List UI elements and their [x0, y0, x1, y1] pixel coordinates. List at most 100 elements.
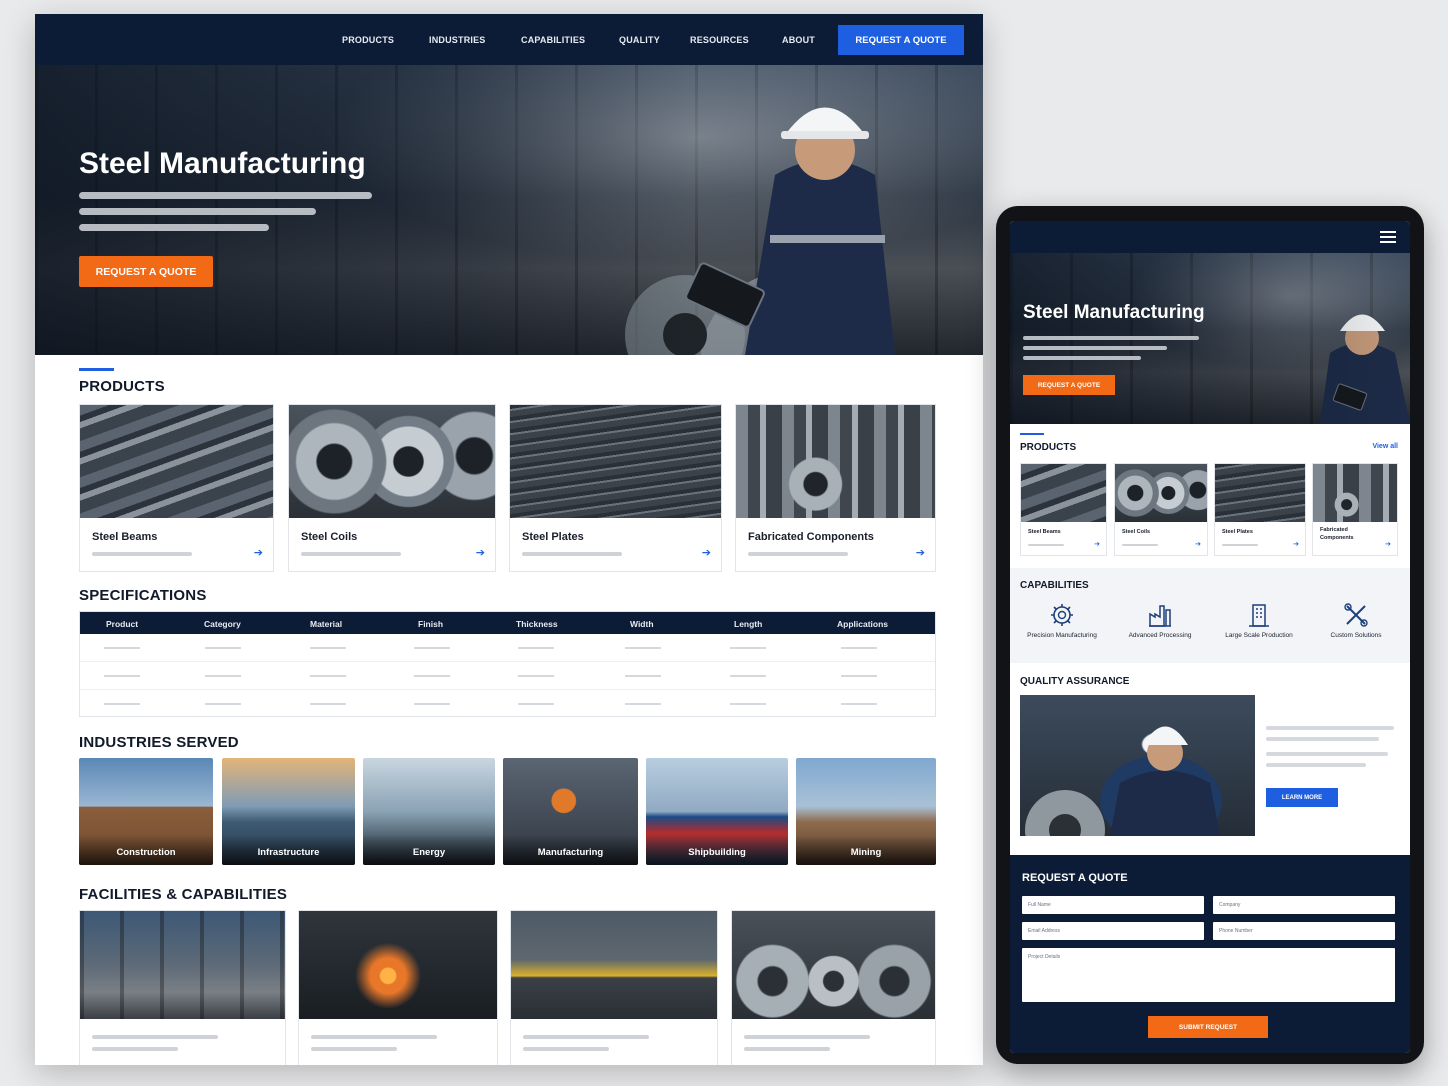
industry-card-construction[interactable]: Construction	[79, 758, 213, 865]
product-card-fabricated-components[interactable]: Fabricated Components ➔	[735, 404, 936, 572]
product-text-placeholder	[748, 552, 848, 556]
hero-text-placeholder	[79, 208, 316, 215]
facility-card[interactable]	[731, 910, 936, 1065]
table-header: Product Category Material Finish Thickne…	[80, 612, 935, 634]
section-accent-line	[79, 368, 114, 371]
tablet-product-card[interactable]: Fabricated Components ➔	[1312, 463, 1398, 556]
column-header: Material	[310, 619, 343, 629]
capability-precision-manufacturing[interactable]: Precision Manufacturing	[1022, 602, 1102, 641]
phone-field[interactable]: Phone Number	[1213, 922, 1395, 940]
industry-card-mining[interactable]: Mining	[796, 758, 936, 865]
desktop-mockup: PRODUCTS INDUSTRIES CAPABILITIES QUALITY…	[35, 14, 983, 1065]
capability-label: Large Scale Production	[1225, 632, 1293, 639]
arrow-right-icon[interactable]: ➔	[476, 546, 485, 559]
capability-advanced-processing[interactable]: Advanced Processing	[1120, 602, 1200, 641]
tablet-screen: Steel Manufacturing REQUEST A QUOTE PROD…	[1010, 221, 1410, 1053]
hamburger-menu-icon[interactable]	[1380, 231, 1396, 243]
product-image	[80, 405, 273, 518]
factory-icon	[1149, 605, 1171, 627]
tablet-navbar	[1010, 221, 1410, 253]
industry-card-infrastructure[interactable]: Infrastructure	[222, 758, 355, 865]
nav-products[interactable]: PRODUCTS	[342, 35, 394, 45]
company-field[interactable]: Company	[1213, 896, 1395, 914]
arrow-right-icon[interactable]: ➔	[1094, 540, 1100, 548]
industry-card-shipbuilding[interactable]: Shipbuilding	[646, 758, 788, 865]
table-row	[80, 662, 935, 690]
capability-label: Advanced Processing	[1128, 632, 1192, 639]
arrow-right-icon[interactable]: ➔	[916, 546, 925, 559]
product-card-steel-beams[interactable]: Steel Beams ➔	[79, 404, 274, 572]
hero-text-placeholder	[79, 224, 269, 231]
column-header: Finish	[418, 619, 444, 629]
request-quote-form: REQUEST A QUOTE Full Name Company Email …	[1010, 855, 1410, 1053]
product-name: Steel Beams	[1028, 529, 1061, 535]
facility-text-placeholder	[311, 1047, 397, 1051]
hero-banner: Steel Manufacturing REQUEST A QUOTE	[35, 65, 983, 355]
full-name-field[interactable]: Full Name	[1022, 896, 1204, 914]
capability-label: Custom Solutions	[1330, 632, 1382, 639]
nav-about[interactable]: ABOUT	[782, 35, 815, 45]
nav-request-quote-button[interactable]: REQUEST A QUOTE	[838, 25, 964, 55]
hero-text-placeholder	[1023, 356, 1141, 360]
facility-card[interactable]	[510, 910, 718, 1065]
hero-title: Steel Manufacturing	[79, 147, 366, 180]
tablet-product-card[interactable]: Steel Plates ➔	[1214, 463, 1306, 556]
quality-image	[1020, 695, 1255, 836]
facilities-heading: FACILITIES & CAPABILITIES	[79, 886, 288, 903]
quality-text-placeholder	[1266, 752, 1388, 756]
product-name: Steel Plates	[1222, 529, 1253, 535]
arrow-right-icon[interactable]: ➔	[1293, 540, 1299, 548]
tablet-hero-request-quote-button[interactable]: REQUEST A QUOTE	[1023, 375, 1115, 395]
product-name: Steel Coils	[301, 531, 358, 543]
product-card-steel-coils[interactable]: Steel Coils ➔	[288, 404, 496, 572]
facility-image	[511, 911, 717, 1019]
tablet-products-heading: PRODUCTS	[1020, 442, 1077, 453]
product-text-placeholder	[301, 552, 401, 556]
gear-icon	[1051, 604, 1073, 626]
column-header: Width	[630, 619, 654, 629]
arrow-right-icon[interactable]: ➔	[254, 546, 263, 559]
product-card-steel-plates[interactable]: Steel Plates ➔	[509, 404, 722, 572]
nav-resources[interactable]: RESOURCES	[690, 35, 749, 45]
facility-text-placeholder	[523, 1047, 609, 1051]
nav-capabilities[interactable]: CAPABILITIES	[521, 35, 585, 45]
submit-request-button[interactable]: SUBMIT REQUEST	[1148, 1016, 1268, 1038]
quality-heading: QUALITY ASSURANCE	[1020, 676, 1130, 687]
section-accent-line	[1020, 433, 1044, 435]
quality-text-placeholder	[1266, 726, 1394, 730]
tablet-product-card[interactable]: Steel Beams ➔	[1020, 463, 1107, 556]
product-image	[289, 405, 495, 518]
product-name: Steel Beams	[92, 531, 158, 543]
tools-icon	[1344, 603, 1368, 627]
industry-label: Mining	[850, 847, 882, 858]
industry-card-manufacturing[interactable]: Manufacturing	[503, 758, 638, 865]
facility-image	[732, 911, 935, 1019]
column-header: Category	[204, 619, 241, 629]
facility-card[interactable]	[298, 910, 498, 1065]
facility-card[interactable]	[79, 910, 286, 1065]
products-heading: PRODUCTS	[79, 378, 165, 395]
quote-form-heading: REQUEST A QUOTE	[1022, 872, 1128, 884]
industry-card-energy[interactable]: Energy	[363, 758, 495, 865]
desktop-navbar: PRODUCTS INDUSTRIES CAPABILITIES QUALITY…	[35, 14, 983, 65]
email-field[interactable]: Email Address	[1022, 922, 1204, 940]
tablet-hero-title: Steel Manufacturing	[1023, 302, 1205, 323]
capability-custom-solutions[interactable]: Custom Solutions	[1316, 602, 1396, 641]
arrow-right-icon[interactable]: ➔	[702, 546, 711, 559]
nav-quality[interactable]: QUALITY	[619, 35, 660, 45]
project-details-field[interactable]: Project Details	[1022, 948, 1395, 1002]
facility-text-placeholder	[744, 1035, 870, 1039]
capability-large-scale-production[interactable]: Large Scale Production	[1219, 602, 1299, 641]
arrow-right-icon[interactable]: ➔	[1385, 540, 1391, 548]
arrow-right-icon[interactable]: ➔	[1195, 540, 1201, 548]
hero-text-placeholder	[79, 192, 372, 199]
facility-text-placeholder	[744, 1047, 830, 1051]
tablet-product-card[interactable]: Steel Coils ➔	[1114, 463, 1208, 556]
product-text-placeholder	[522, 552, 622, 556]
specifications-table: Product Category Material Finish Thickne…	[79, 611, 936, 717]
facility-text-placeholder	[92, 1047, 178, 1051]
learn-more-button[interactable]: LEARN MORE	[1266, 788, 1338, 807]
hero-request-quote-button[interactable]: REQUEST A QUOTE	[79, 256, 213, 287]
view-all-link[interactable]: View all	[1372, 443, 1398, 450]
nav-industries[interactable]: INDUSTRIES	[429, 35, 486, 45]
